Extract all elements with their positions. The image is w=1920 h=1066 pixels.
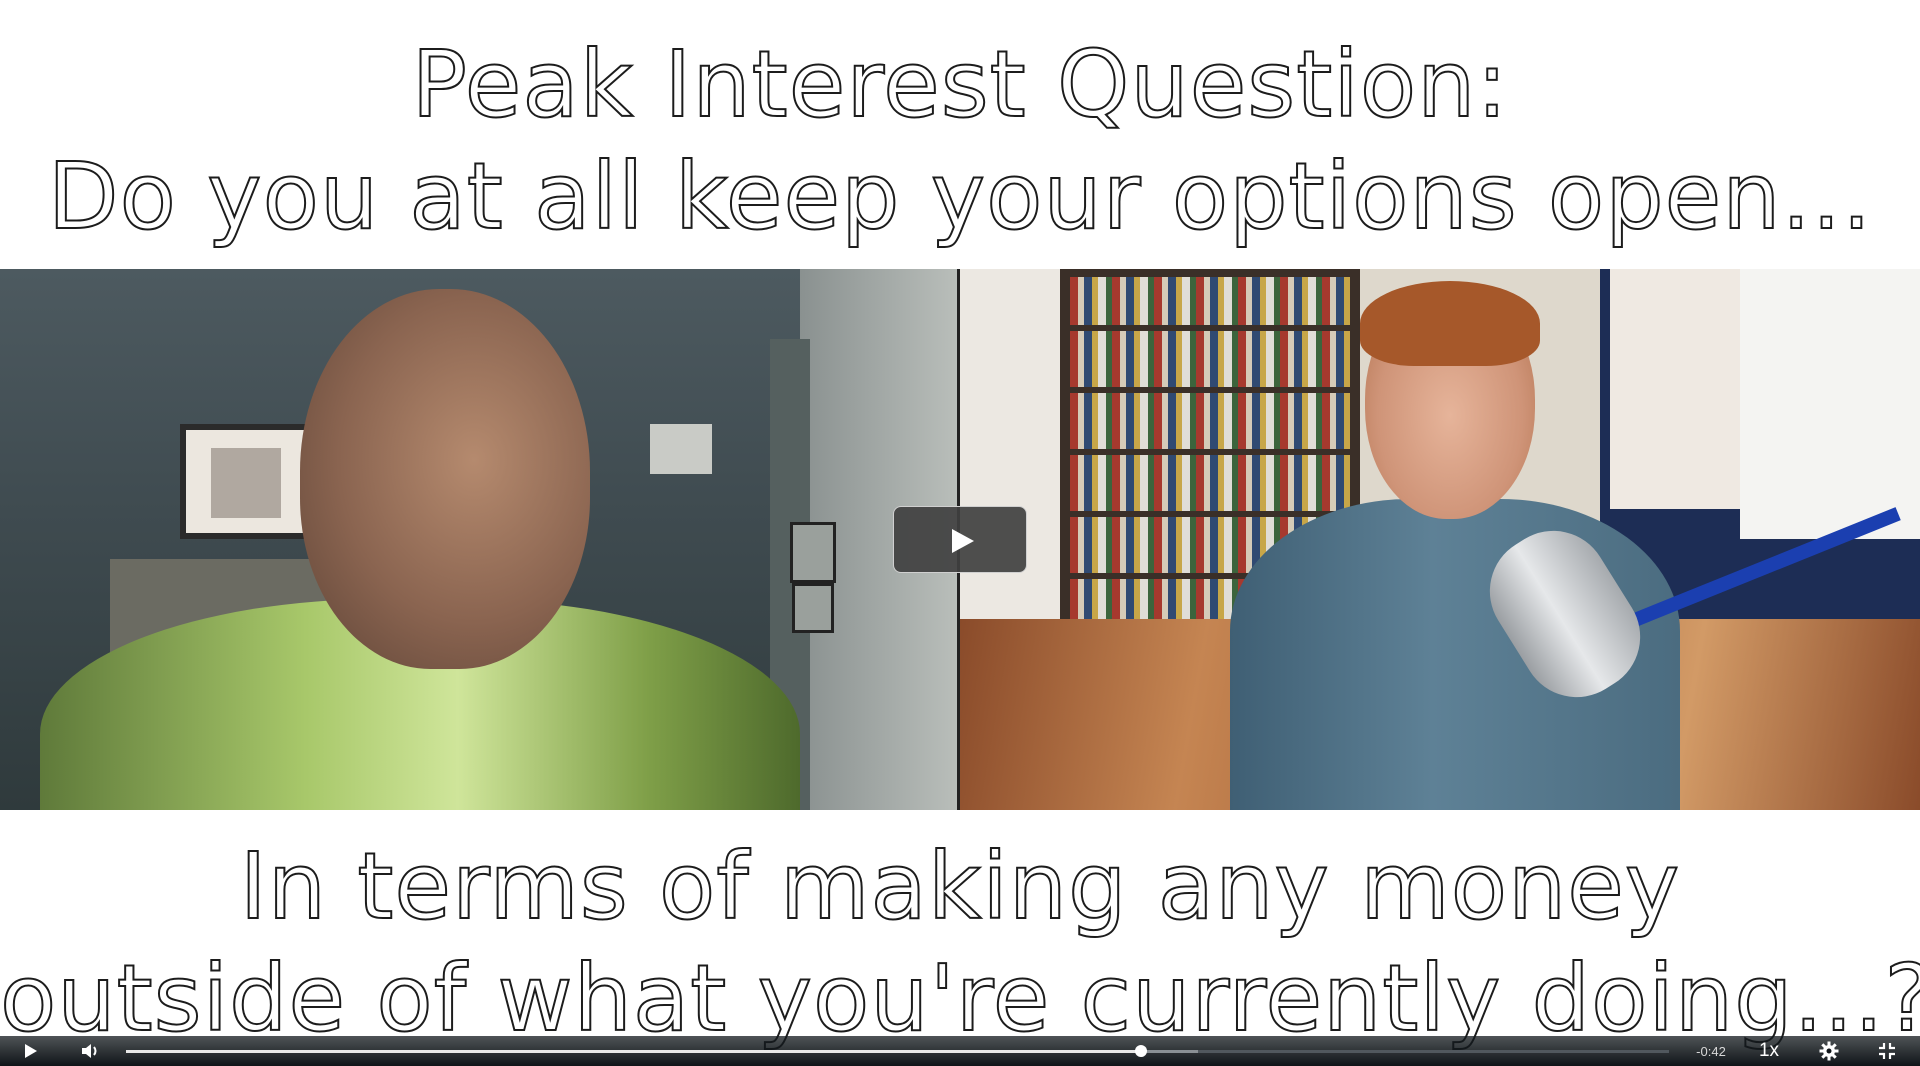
play-button[interactable] [14,1036,48,1066]
settings-button[interactable] [1812,1036,1846,1066]
left-feed-small-frame [792,583,834,633]
exit-fullscreen-icon [1879,1043,1895,1059]
volume-icon [82,1044,97,1058]
gear-icon [1819,1041,1839,1061]
video-player-page: Peak Interest Question: Do you at all ke… [0,0,1920,1066]
progress-played [126,1050,1142,1053]
play-icon [25,1044,37,1058]
slide-title-line-1: Peak Interest Question: [411,30,1509,139]
left-feed-wall-panel [650,424,712,474]
right-feed-whiteboard [1740,269,1920,539]
playback-speed-button[interactable]: 1x [1752,1036,1786,1066]
volume-button[interactable] [74,1036,108,1066]
left-feed-picture-frame [180,424,310,539]
big-play-button[interactable] [893,506,1027,573]
play-icon [952,529,974,553]
progress-bar[interactable] [126,1045,1669,1057]
slide-title-line-2: Do you at all keep your options open... [47,142,1873,251]
right-webcam-feed [960,269,1920,810]
exit-fullscreen-button[interactable] [1870,1036,1904,1066]
time-remaining: -0:42 [1696,1043,1726,1059]
left-feed-small-frame [790,522,836,583]
left-webcam-feed [0,269,957,810]
player-control-bar: -0:42 1x [0,1036,1920,1066]
caption-line-1: In terms of making any money [239,832,1681,941]
right-person-hair [1360,281,1540,366]
right-feed-paper-chart [1610,269,1740,509]
left-person-head [300,289,590,669]
progress-handle[interactable] [1135,1045,1148,1057]
